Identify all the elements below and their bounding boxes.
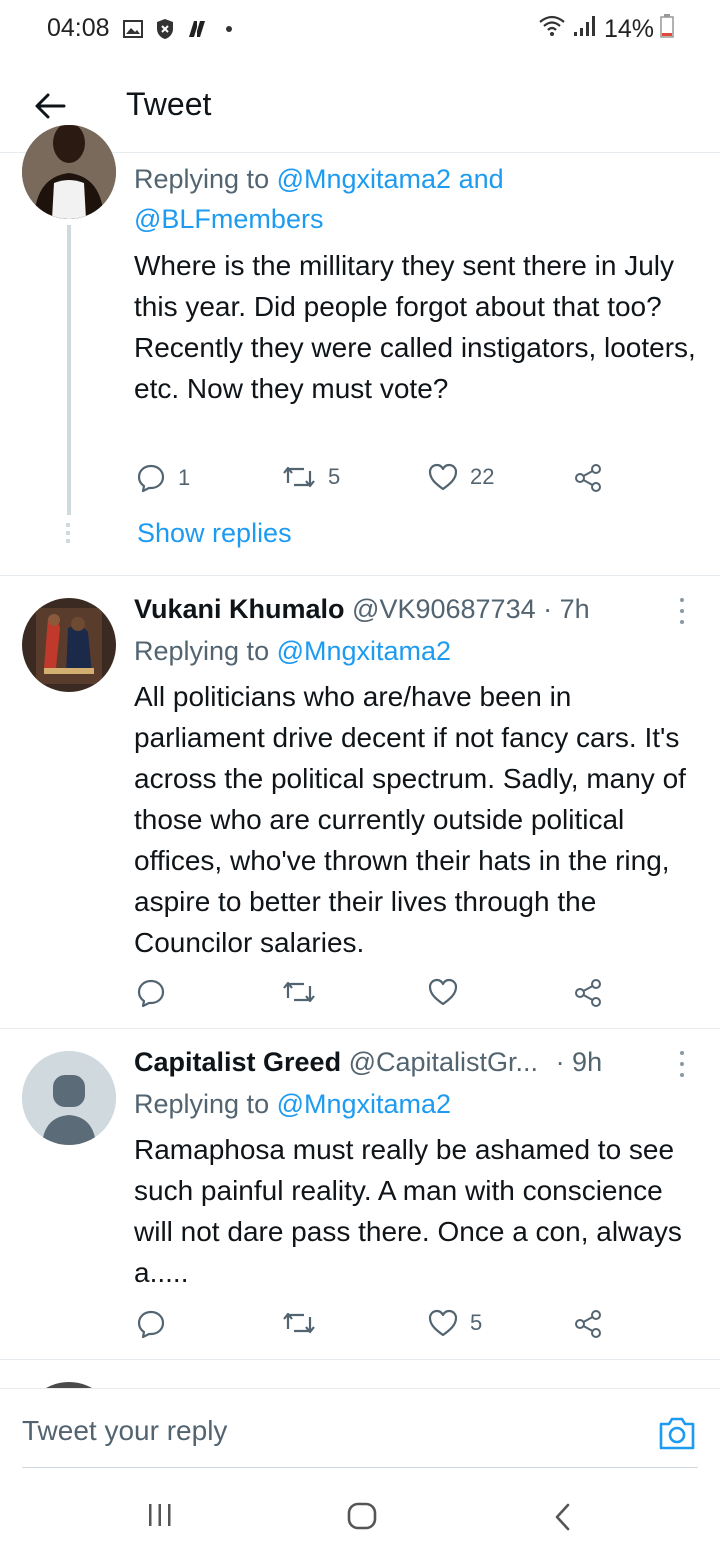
retweet-button[interactable] — [282, 1309, 328, 1337]
like-button[interactable]: 22 — [428, 463, 494, 491]
default-avatar-icon — [22, 1051, 116, 1145]
page-title: Tweet — [126, 86, 212, 122]
reply-bubble-icon — [137, 979, 165, 1008]
home-button[interactable] — [346, 1502, 378, 1535]
mention-link[interactable]: @Mngxitama2 — [277, 636, 451, 666]
gallery-icon — [122, 18, 144, 40]
reply-button[interactable] — [136, 978, 178, 1008]
home-icon — [347, 1502, 377, 1530]
app-header: Tweet — [0, 62, 720, 153]
recent-apps-icon — [149, 1504, 171, 1526]
more-options-button[interactable] — [672, 596, 692, 626]
replying-to: Replying to @Mngxitama2 — [134, 1084, 451, 1124]
mention-link[interactable]: @Mngxitama2 — [277, 1089, 451, 1119]
reply-button[interactable] — [136, 1309, 178, 1339]
heart-icon — [428, 978, 458, 1006]
battery-icon — [660, 14, 674, 45]
tweet-text: Where is the millitary they sent there i… — [134, 250, 704, 404]
camera-button[interactable] — [658, 1415, 696, 1451]
tweet-reply-2[interactable]: Vukani Khumalo @VK90687734 · 7h Replying… — [0, 576, 720, 1029]
divider — [22, 1467, 698, 1468]
status-time: 04:08 — [47, 14, 110, 42]
share-button[interactable] — [573, 1309, 603, 1339]
dot-icon — [218, 18, 240, 40]
camera-icon — [659, 1417, 695, 1450]
more-vertical-icon — [680, 598, 684, 602]
status-bar: 04:08 14% — [0, 0, 720, 60]
reply-bubble-icon — [137, 464, 165, 493]
like-button[interactable] — [428, 978, 470, 1006]
retweet-count: 5 — [328, 464, 341, 489]
status-right: 14% — [538, 14, 674, 45]
system-nav-bar — [0, 1470, 720, 1560]
show-replies-link[interactable]: Show replies — [137, 518, 292, 549]
tweet-actions: 5 — [136, 1309, 616, 1343]
tweet-author-row: Vukani Khumalo @VK90687734 · 7h — [134, 594, 590, 625]
chevron-left-icon — [555, 1503, 570, 1531]
mention-link[interactable]: @BLFmembers — [134, 204, 323, 234]
tweet-actions: 1 5 22 — [136, 463, 616, 497]
author-name[interactable]: Capitalist Greed — [134, 1047, 341, 1077]
retweet-icon — [283, 1312, 315, 1334]
avatar[interactable] — [22, 125, 116, 219]
tweet-reply-4-partial[interactable] — [0, 1360, 720, 1388]
retweet-icon — [283, 466, 315, 488]
replying-prefix: Replying to — [134, 1089, 277, 1119]
share-button[interactable] — [573, 463, 603, 493]
heart-icon — [428, 463, 458, 491]
thread-line — [67, 225, 71, 515]
replying-to: Replying to @Mngxitama2 — [134, 631, 451, 671]
reply-count: 1 — [178, 465, 191, 490]
tweet-reply-3[interactable]: Capitalist Greed @CapitalistGr... · 9h R… — [0, 1029, 720, 1360]
share-button[interactable] — [573, 978, 603, 1008]
avatar[interactable] — [22, 1051, 116, 1145]
retweet-button[interactable] — [282, 978, 328, 1006]
author-handle[interactable]: @VK90687734 — [352, 594, 536, 624]
back-nav-button[interactable] — [552, 1502, 574, 1537]
recent-apps-button[interactable] — [146, 1502, 174, 1533]
wifi-icon — [538, 14, 566, 45]
replying-and: and — [451, 164, 504, 194]
tweet-time: · 9h — [555, 1047, 603, 1077]
like-count: 22 — [470, 464, 495, 489]
more-vertical-icon — [680, 1051, 684, 1055]
tweet-actions — [136, 978, 616, 1012]
share-icon — [575, 1310, 601, 1338]
mention-link[interactable]: @Mngxitama2 — [277, 164, 451, 194]
retweet-icon — [283, 981, 315, 1003]
like-button[interactable]: 5 — [428, 1309, 482, 1337]
notification-icons — [122, 18, 240, 40]
netflix-n-icon — [186, 18, 208, 40]
reply-input[interactable]: Tweet your reply — [22, 1415, 227, 1447]
replying-prefix: Replying to — [134, 164, 277, 194]
share-icon — [575, 464, 601, 492]
replying-to: Replying to @Mngxitama2 and @BLFmembers — [134, 159, 504, 239]
thread-dots — [66, 523, 72, 543]
more-options-button[interactable] — [672, 1049, 692, 1079]
avatar[interactable] — [22, 598, 116, 692]
author-name[interactable]: Vukani Khumalo — [134, 594, 345, 624]
share-icon — [575, 979, 601, 1007]
tweet-text: Ramaphosa must really be ashamed to see … — [134, 1134, 690, 1288]
reply-button[interactable]: 1 — [136, 463, 190, 493]
shield-x-icon — [154, 18, 176, 40]
reply-composer: Tweet your reply — [0, 1388, 720, 1469]
heart-icon — [428, 1309, 458, 1337]
reply-bubble-icon — [137, 1310, 165, 1339]
tweet-reply-1[interactable]: Replying to @Mngxitama2 and @BLFmembers … — [0, 125, 720, 576]
retweet-button[interactable]: 5 — [282, 463, 340, 491]
tweet-text: All politicians who are/have been in par… — [134, 681, 694, 958]
tweet-time: · 7h — [543, 594, 590, 624]
signal-icon — [572, 14, 598, 45]
tweet-author-row: Capitalist Greed @CapitalistGr... · 9h — [134, 1047, 602, 1078]
author-handle[interactable]: @CapitalistGr... — [349, 1047, 538, 1077]
like-count: 5 — [470, 1310, 483, 1335]
arrow-left-icon — [35, 93, 66, 119]
replying-prefix: Replying to — [134, 636, 277, 666]
battery-percent: 14% — [603, 15, 654, 43]
back-button[interactable] — [28, 84, 72, 128]
